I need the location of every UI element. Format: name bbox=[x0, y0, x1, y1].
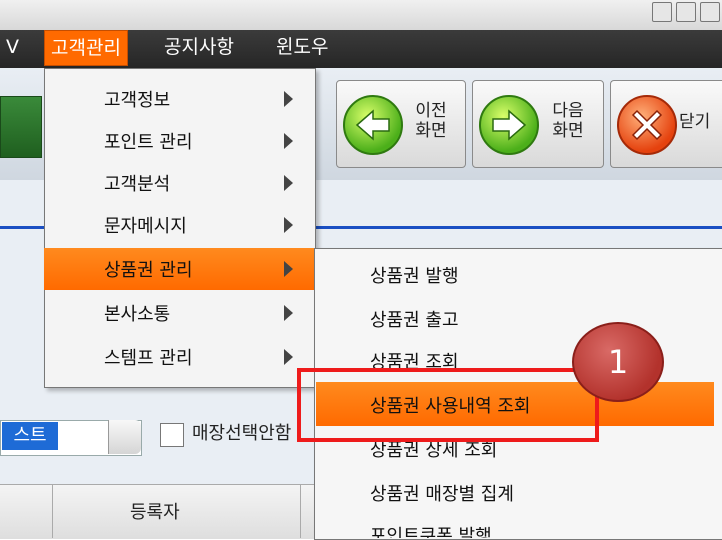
submenu-item-label: 포인트쿠폰 발행 bbox=[370, 526, 492, 538]
arrow-right-icon bbox=[479, 95, 539, 155]
submenu-item-store-summary[interactable]: 상품권 매장별 집계 bbox=[316, 470, 714, 514]
highlight-box bbox=[297, 368, 599, 442]
menu-item-label: 스템프 관리 bbox=[104, 348, 193, 369]
store-checkbox[interactable] bbox=[160, 423, 184, 447]
menu-customer-management[interactable]: 고객관리 bbox=[44, 30, 128, 66]
submenu-arrow-icon bbox=[284, 305, 293, 321]
menu-item-customer-analysis[interactable]: 고객분석 bbox=[44, 162, 314, 204]
menu-item-text-message[interactable]: 문자메시지 bbox=[44, 204, 314, 246]
submenu-arrow-icon bbox=[284, 91, 293, 107]
toolbar-green-icon[interactable] bbox=[0, 96, 42, 158]
close-screen-button[interactable]: 닫기 bbox=[610, 80, 722, 168]
menu-item-label: 본사소통 bbox=[104, 304, 171, 325]
submenu-item-release[interactable]: 상품권 출고 bbox=[316, 296, 714, 340]
menu-item-label: 포인트 관리 bbox=[104, 132, 193, 153]
prev-label-line2: 화면 bbox=[415, 121, 447, 141]
menu-item-point-management[interactable]: 포인트 관리 bbox=[44, 120, 314, 162]
minimize-icon[interactable] bbox=[652, 2, 672, 22]
submenu-item-label: 상품권 발행 bbox=[370, 266, 459, 287]
store-checkbox-label: 매장선택안함 bbox=[192, 423, 292, 444]
menu-item-label: 고객분석 bbox=[104, 174, 171, 195]
submenu-item-issue[interactable]: 상품권 발행 bbox=[316, 252, 714, 296]
menu-item-label: 상품권 관리 bbox=[104, 260, 193, 281]
maximize-icon[interactable] bbox=[676, 2, 696, 22]
menu-item-headquarters-communication[interactable]: 본사소통 bbox=[44, 292, 314, 334]
menu-window[interactable]: 윈도우 bbox=[270, 30, 334, 64]
menu-item-stamp-management[interactable]: 스템프 관리 bbox=[44, 336, 314, 378]
submenu-arrow-icon bbox=[284, 349, 293, 365]
submenu-arrow-icon bbox=[284, 261, 293, 277]
menu-item-customer-info[interactable]: 고객정보 bbox=[44, 78, 314, 120]
menu-tv[interactable]: V bbox=[0, 30, 25, 64]
step-number-badge: 1 bbox=[572, 322, 664, 402]
grid-column-divider bbox=[52, 484, 53, 538]
close-label: 닫기 bbox=[679, 112, 711, 132]
store-select-value: 스트 bbox=[2, 422, 58, 450]
close-window-icon[interactable] bbox=[700, 2, 720, 22]
submenu-arrow-icon bbox=[284, 175, 293, 191]
menu-item-gift-card-management[interactable]: 상품권 관리 bbox=[44, 248, 314, 290]
next-screen-button[interactable]: 다음 화면 bbox=[472, 80, 604, 168]
grid-column-divider bbox=[300, 484, 301, 538]
store-select-dropdown-button[interactable] bbox=[108, 420, 141, 454]
grid-column-registrar[interactable]: 등록자 bbox=[130, 498, 180, 524]
window-title-strip bbox=[0, 0, 722, 30]
submenu-item-label: 상품권 출고 bbox=[370, 310, 459, 331]
submenu-item-label: 상품권 매장별 집계 bbox=[370, 484, 514, 505]
next-label-line2: 화면 bbox=[552, 121, 584, 141]
arrow-left-icon bbox=[343, 95, 403, 155]
menu-item-label: 문자메시지 bbox=[104, 216, 187, 237]
close-x-icon bbox=[617, 95, 677, 155]
submenu-item-point-coupon[interactable]: 포인트쿠폰 발행 bbox=[316, 512, 714, 538]
prev-screen-button[interactable]: 이전 화면 bbox=[336, 80, 466, 168]
menu-item-label: 고객정보 bbox=[104, 90, 171, 111]
submenu-arrow-icon bbox=[284, 217, 293, 233]
next-label-line1: 다음 bbox=[552, 101, 584, 121]
menu-notice[interactable]: 공지사항 bbox=[158, 30, 240, 64]
submenu-arrow-icon bbox=[284, 133, 293, 149]
prev-label-line1: 이전 bbox=[415, 101, 447, 121]
